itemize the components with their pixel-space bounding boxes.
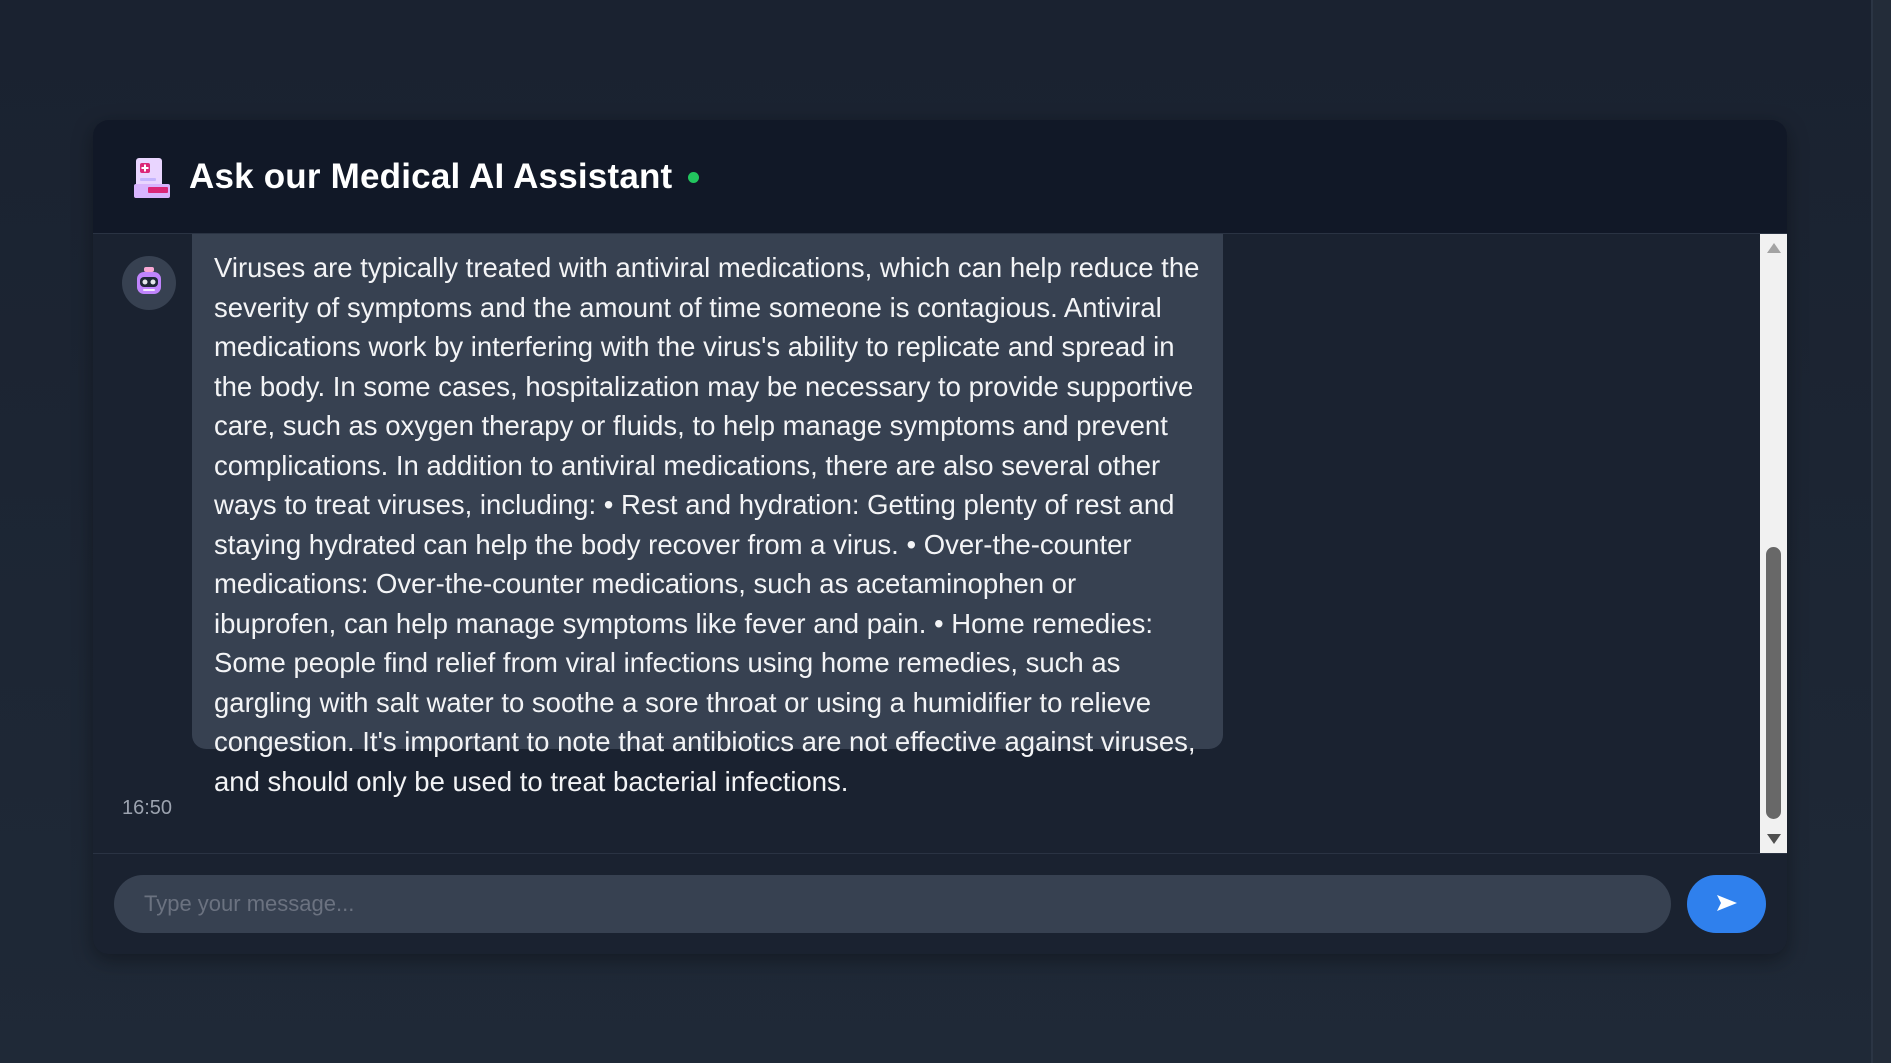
send-arrow-icon [1716, 894, 1738, 915]
scroll-thumb[interactable] [1766, 547, 1781, 819]
chat-widget: Ask our Medical AI Assistant Viruses are… [93, 120, 1787, 954]
message-list[interactable]: Viruses are typically treated with antiv… [93, 234, 1759, 853]
message-scrollbar[interactable] [1760, 234, 1787, 853]
robot-icon [132, 264, 166, 303]
composer [93, 853, 1787, 954]
message-input[interactable] [114, 875, 1671, 933]
send-button[interactable] [1687, 875, 1766, 933]
window-edge [1871, 0, 1891, 1063]
scroll-up-arrow-icon[interactable] [1767, 243, 1781, 253]
message-timestamp: 16:50 [122, 797, 173, 819]
assistant-avatar [122, 256, 176, 310]
chat-header: Ask our Medical AI Assistant [93, 120, 1787, 234]
assistant-message-bubble: Viruses are typically treated with antiv… [192, 234, 1223, 797]
app-background: Ask our Medical AI Assistant Viruses are… [0, 0, 1891, 1063]
message-text: Viruses are typically treated with antiv… [214, 252, 1200, 797]
chat-title: Ask our Medical AI Assistant [189, 156, 673, 196]
medical-kit-icon [130, 154, 174, 200]
scroll-down-arrow-icon[interactable] [1767, 834, 1781, 844]
online-status-dot [688, 172, 700, 183]
